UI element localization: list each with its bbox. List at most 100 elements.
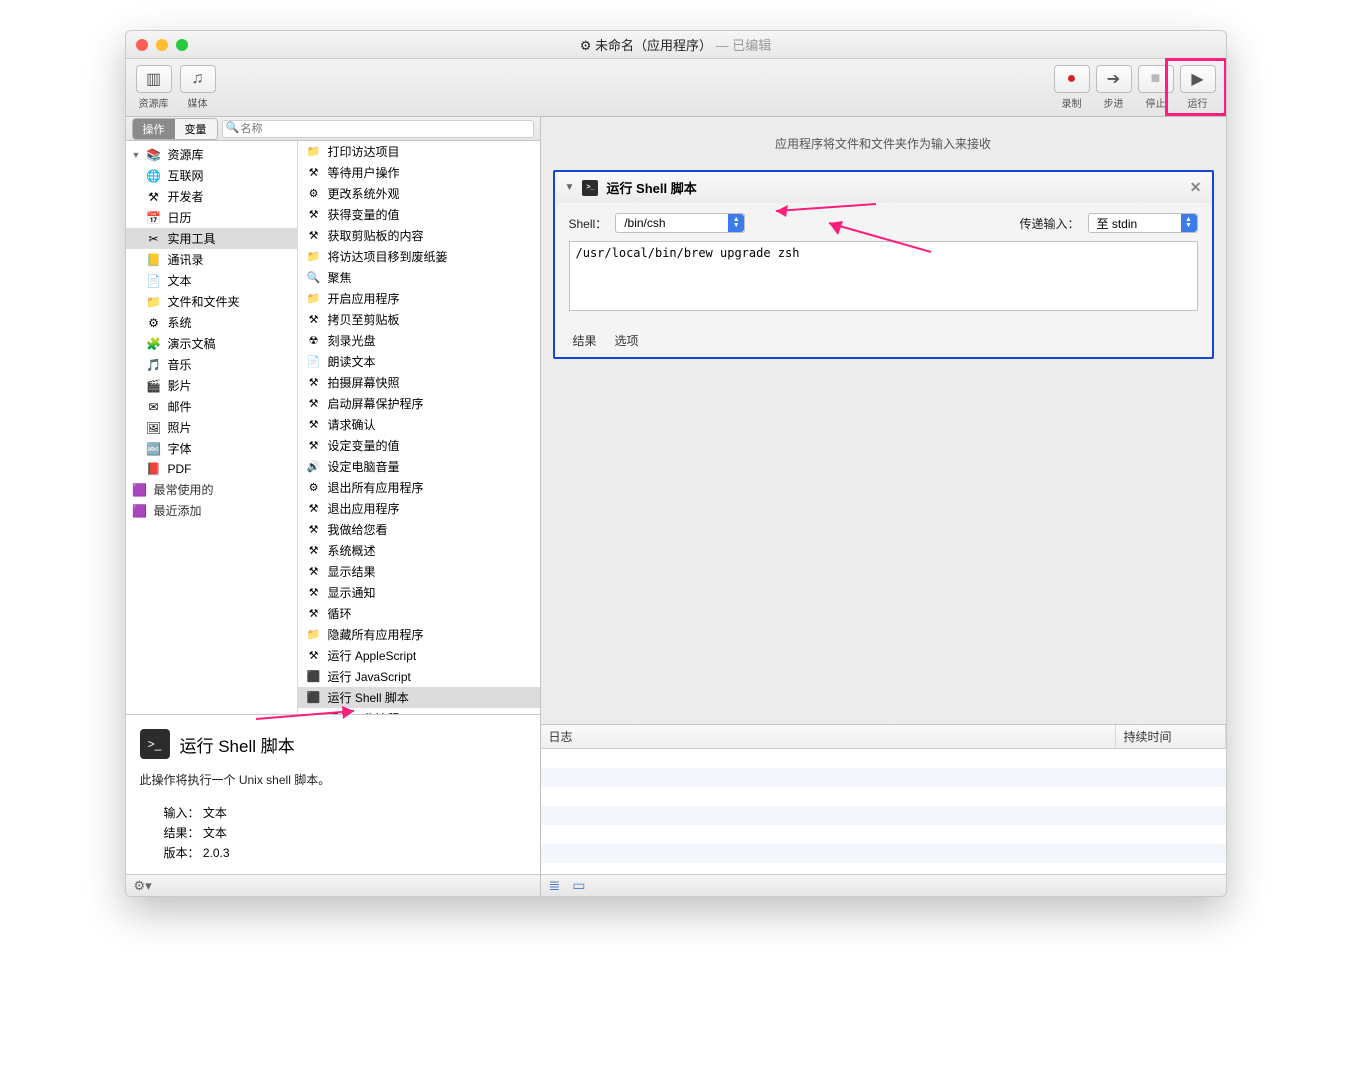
list-view-icon[interactable]: ≣ <box>549 877 561 894</box>
gear-icon[interactable]: ⚙▾ <box>134 878 152 894</box>
shell-select[interactable]: /bin/csh ▲▼ <box>615 213 745 233</box>
close-window-icon[interactable] <box>136 39 148 51</box>
action-item-8[interactable]: ⚒拷贝至剪贴板 <box>298 309 540 330</box>
search-input[interactable] <box>222 120 534 138</box>
action-item-22[interactable]: ⚒循环 <box>298 603 540 624</box>
action-item-19[interactable]: ⚒系统概述 <box>298 540 540 561</box>
step-icon: ➔ <box>1096 65 1132 93</box>
action-item-7[interactable]: 📁开启应用程序 <box>298 288 540 309</box>
action-item-15[interactable]: 🔊设定电脑音量 <box>298 456 540 477</box>
action-icon: ⚙ <box>306 186 322 202</box>
tab-variables[interactable]: 变量 <box>175 119 217 139</box>
disclosure-icon[interactable]: ▼ <box>565 182 575 193</box>
toolbar: ▥ 资源库 ♫ 媒体 ● 录制 ➔ 步进 ■ 停止 ▶ 运行 <box>126 59 1226 117</box>
category-icon: 🖼 <box>146 420 162 436</box>
action-icon: ⚒ <box>306 522 322 538</box>
right-footer: ≣ ▭ <box>541 874 1226 896</box>
action-item-1[interactable]: ⚒等待用户操作 <box>298 162 540 183</box>
action-item-10[interactable]: 📄朗读文本 <box>298 351 540 372</box>
search-icon: 🔍 <box>226 121 240 134</box>
action-item-2[interactable]: ⚙更改系统外观 <box>298 183 540 204</box>
action-item-14[interactable]: ⚒设定变量的值 <box>298 435 540 456</box>
step-button[interactable]: ➔ 步进 <box>1096 65 1132 110</box>
minimize-window-icon[interactable] <box>156 39 168 51</box>
results-tab[interactable]: 结果 <box>573 332 597 349</box>
description-result: 结果： 文本 <box>164 824 526 841</box>
action-item-26[interactable]: ⬛运行 Shell 脚本 <box>298 687 540 708</box>
shell-label: Shell： <box>569 215 608 232</box>
tab-actions[interactable]: 操作 <box>133 119 175 139</box>
sidebar-item-8[interactable]: 🧩演示文稿 <box>126 333 297 354</box>
action-item-21[interactable]: ⚒显示通知 <box>298 582 540 603</box>
sidebar-item-11[interactable]: ✉邮件 <box>126 396 297 417</box>
category-icon: 📁 <box>146 294 162 310</box>
sidebar-item-3[interactable]: ✂实用工具 <box>126 228 297 249</box>
action-item-3[interactable]: ⚒获得变量的值 <box>298 204 540 225</box>
action-icon: ⚒ <box>306 501 322 517</box>
automator-icon: ⚙ <box>580 38 592 53</box>
stop-button[interactable]: ■ 停止 <box>1138 65 1174 110</box>
sidebar-item-6[interactable]: 📁文件和文件夹 <box>126 291 297 312</box>
action-item-12[interactable]: ⚒启动屏幕保护程序 <box>298 393 540 414</box>
sidebar-item-1[interactable]: ⚒开发者 <box>126 186 297 207</box>
action-item-20[interactable]: ⚒显示结果 <box>298 561 540 582</box>
category-icon: ✂ <box>146 231 162 247</box>
category-icon: 📅 <box>146 210 162 226</box>
script-textarea[interactable] <box>569 241 1198 311</box>
action-item-5[interactable]: 📁将访达项目移到废纸篓 <box>298 246 540 267</box>
action-item-25[interactable]: ⬛运行 JavaScript <box>298 666 540 687</box>
action-title: 运行 Shell 脚本 <box>606 178 696 197</box>
actions-list[interactable]: 📁打印访达项目⚒等待用户操作⚙更改系统外观⚒获得变量的值⚒获取剪贴板的内容📁将访… <box>298 141 540 714</box>
sidebar-item-5[interactable]: 📄文本 <box>126 270 297 291</box>
log-col-duration[interactable]: 持续时间 <box>1116 725 1226 748</box>
action-item-18[interactable]: ⚒我做给您看 <box>298 519 540 540</box>
sidebar-item-12[interactable]: 🖼照片 <box>126 417 297 438</box>
zoom-window-icon[interactable] <box>176 39 188 51</box>
action-item-23[interactable]: 📁隐藏所有应用程序 <box>298 624 540 645</box>
sidebar-item-10[interactable]: 🎬影片 <box>126 375 297 396</box>
sidebar-root[interactable]: ▼📚资源库 <box>126 144 297 165</box>
category-sidebar[interactable]: ▼📚资源库🌐互联网⚒开发者📅日历✂实用工具📒通讯录📄文本📁文件和文件夹⚙系统🧩演… <box>126 141 298 714</box>
action-item-0[interactable]: 📁打印访达项目 <box>298 141 540 162</box>
action-item-16[interactable]: ⚙退出所有应用程序 <box>298 477 540 498</box>
action-item-13[interactable]: ⚒请求确认 <box>298 414 540 435</box>
category-icon: ✉ <box>146 399 162 415</box>
library-icon: ▥ <box>136 65 172 93</box>
action-icon: ⚒ <box>306 375 322 391</box>
workflow-canvas[interactable]: 应用程序将文件和文件夹作为输入来接收 ▼ >_ 运行 Shell 脚本 ✕ Sh… <box>541 117 1226 724</box>
action-item-11[interactable]: ⚒拍摄屏幕快照 <box>298 372 540 393</box>
sidebar-item-2[interactable]: 📅日历 <box>126 207 297 228</box>
passinput-select[interactable]: 至 stdin ▲▼ <box>1088 213 1198 233</box>
flow-view-icon[interactable]: ▭ <box>572 877 585 894</box>
sidebar-item-0[interactable]: 🌐互联网 <box>126 165 297 186</box>
sidebar-group-0[interactable]: 🟪最常使用的 <box>126 479 297 500</box>
close-icon[interactable]: ✕ <box>1190 179 1202 196</box>
app-window: ⚙ 未命名（应用程序） — 已编辑 ▥ 资源库 ♫ 媒体 ● 录制 ➔ 步进 <box>125 30 1227 897</box>
category-icon: 🔤 <box>146 441 162 457</box>
action-item-6[interactable]: 🔍聚焦 <box>298 267 540 288</box>
action-item-17[interactable]: ⚒退出应用程序 <box>298 498 540 519</box>
category-icon: ⚙ <box>146 315 162 331</box>
sidebar-item-7[interactable]: ⚙系统 <box>126 312 297 333</box>
action-item-4[interactable]: ⚒获取剪贴板的内容 <box>298 225 540 246</box>
media-button[interactable]: ♫ 媒体 <box>180 65 216 110</box>
window-controls <box>136 39 188 51</box>
sidebar-item-14[interactable]: 📕PDF <box>126 459 297 479</box>
record-button[interactable]: ● 录制 <box>1054 65 1090 110</box>
library-button[interactable]: ▥ 资源库 <box>136 65 172 110</box>
options-tab[interactable]: 选项 <box>615 332 639 349</box>
action-item-24[interactable]: ⚒运行 AppleScript <box>298 645 540 666</box>
action-header[interactable]: ▼ >_ 运行 Shell 脚本 ✕ <box>555 172 1212 203</box>
log-col-message[interactable]: 日志 <box>541 725 1116 748</box>
sidebar-group-1[interactable]: 🟪最近添加 <box>126 500 297 521</box>
sidebar-item-13[interactable]: 🔤字体 <box>126 438 297 459</box>
action-item-9[interactable]: ☢刻录光盘 <box>298 330 540 351</box>
folder-icon: 🟪 <box>132 503 148 519</box>
sidebar-item-9[interactable]: 🎵音乐 <box>126 354 297 375</box>
search-field[interactable]: 🔍 <box>222 119 534 138</box>
sidebar-item-4[interactable]: 📒通讯录 <box>126 249 297 270</box>
terminal-icon: >_ <box>140 729 170 759</box>
run-button[interactable]: ▶ 运行 <box>1180 65 1216 110</box>
action-icon: ⚙ <box>306 480 322 496</box>
library-tabs[interactable]: 操作 变量 <box>132 118 218 140</box>
